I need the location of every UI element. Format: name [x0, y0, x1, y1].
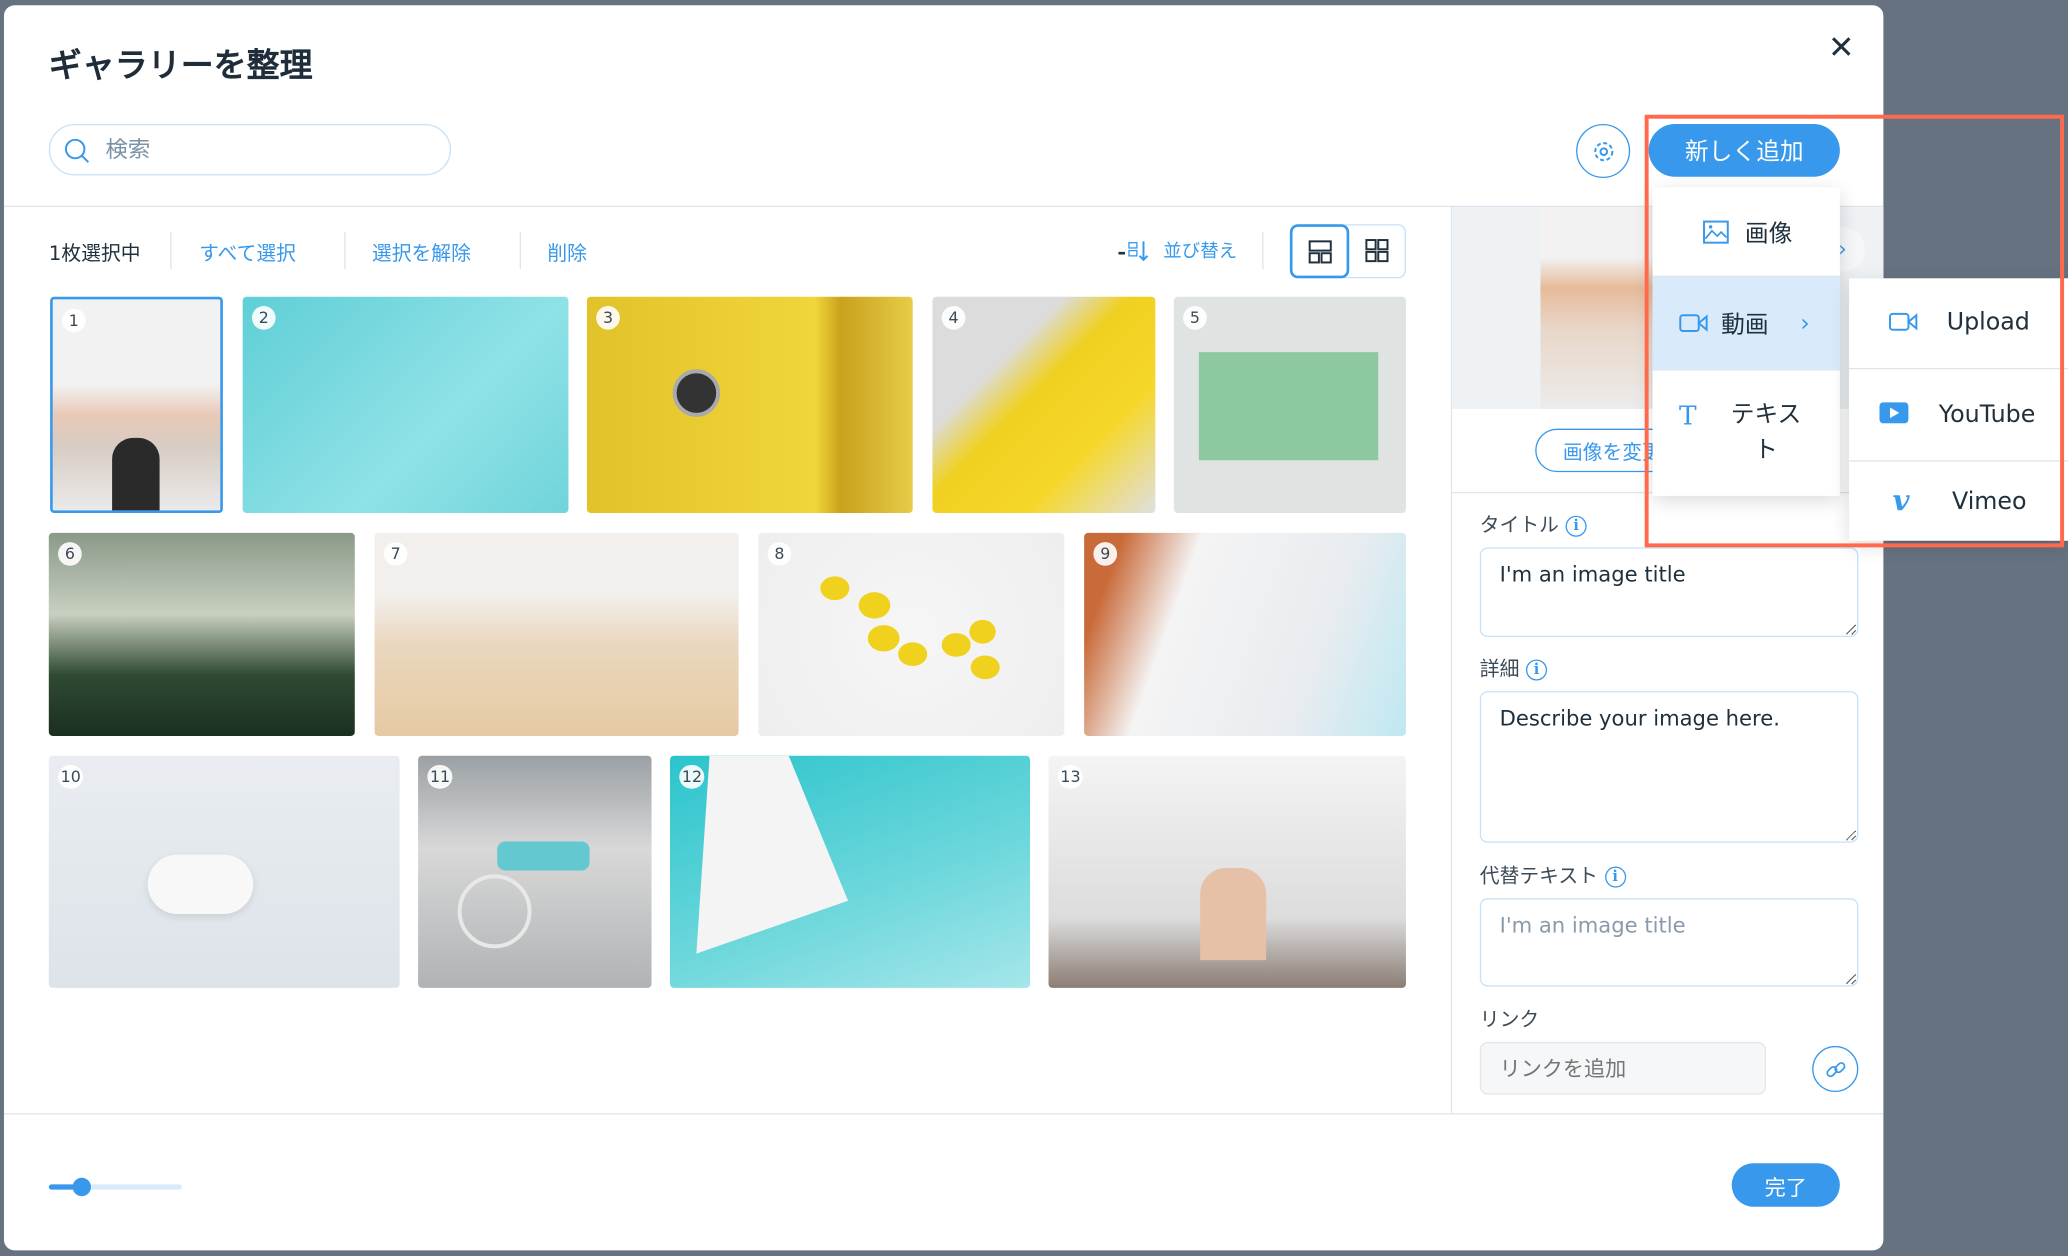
gallery-tile[interactable]: 1: [50, 296, 223, 514]
submenu-item-upload[interactable]: Upload: [1849, 278, 2068, 366]
gallery-tile[interactable]: 9: [1084, 532, 1406, 736]
tile-number: 3: [596, 305, 620, 330]
divider: [170, 232, 172, 270]
select-all-link[interactable]: すべて選択: [199, 239, 296, 267]
selected-count: 1枚選択中: [48, 241, 141, 266]
video-upload-icon: [1888, 312, 1918, 331]
thumbnail-size-slider[interactable]: [48, 1177, 183, 1197]
delete-link[interactable]: 削除: [547, 239, 587, 267]
gallery-tile[interactable]: 8: [758, 532, 1065, 736]
dialog-title: ギャラリーを整理: [48, 46, 313, 85]
gallery-tile[interactable]: 5: [1173, 296, 1406, 514]
submenu-item-youtube[interactable]: YouTube: [1849, 369, 2068, 460]
youtube-icon: [1879, 402, 1909, 424]
sail-shape: [696, 755, 849, 954]
tile-number: 10: [58, 764, 84, 789]
alt-text-label: 代替テキスト i: [1480, 861, 1626, 889]
settings-button[interactable]: [1576, 123, 1631, 179]
gallery-tile[interactable]: 12: [670, 755, 1031, 988]
video-icon: [1679, 314, 1708, 333]
done-button[interactable]: 完了: [1731, 1163, 1840, 1207]
menu-item-label: 動画: [1721, 311, 1769, 339]
gallery-tile[interactable]: 3: [586, 296, 913, 514]
divider: [519, 232, 521, 270]
gallery-tile[interactable]: 7: [374, 532, 739, 736]
alt-text-label-text: 代替テキスト: [1479, 863, 1598, 888]
add-new-menu: 画像 動画 › T テキスト: [1652, 187, 1840, 496]
tile-number: 7: [383, 542, 408, 566]
tile-number: 9: [1093, 542, 1118, 566]
link-icon: [1825, 1061, 1845, 1077]
wheel: [457, 874, 532, 949]
person: [1200, 867, 1267, 961]
menu-item-label: テキスト: [1730, 400, 1802, 465]
tile-number: 11: [427, 764, 453, 789]
gallery-tile[interactable]: 11: [418, 755, 652, 988]
fox: [147, 854, 254, 914]
sort-icon: [1118, 241, 1149, 262]
masonry-layout-icon: [1308, 239, 1332, 263]
submenu-item-label: Vimeo: [1951, 487, 2027, 516]
add-link-button[interactable]: [1812, 1045, 1859, 1093]
gallery-tile[interactable]: 4: [932, 296, 1156, 514]
chevron-right-icon: ›: [1800, 309, 1810, 337]
info-icon[interactable]: i: [1604, 865, 1626, 887]
shoe: [497, 841, 590, 871]
info-icon[interactable]: i: [1565, 515, 1587, 537]
gallery-tile[interactable]: 13: [1048, 755, 1406, 988]
divider: [344, 232, 346, 270]
slider-thumb[interactable]: [72, 1177, 92, 1197]
tile-number: 6: [58, 542, 82, 566]
submenu-item-vimeo[interactable]: v Vimeo: [1849, 462, 2068, 541]
sort-label: 並び替え: [1163, 241, 1238, 263]
title-label: タイトル i: [1480, 510, 1587, 538]
masonry-view-button[interactable]: [1289, 224, 1350, 279]
description-label-text: 詳細: [1479, 656, 1520, 681]
divider: [1262, 232, 1264, 270]
alt-text-textarea[interactable]: [1479, 898, 1859, 987]
court: [1198, 352, 1379, 461]
person-silhouette: [112, 437, 160, 511]
deselect-link[interactable]: 選択を解除: [372, 239, 471, 267]
close-icon[interactable]: ✕: [1828, 29, 1855, 66]
menu-item-text[interactable]: T テキスト: [1653, 371, 1840, 496]
gallery-tile[interactable]: 10: [48, 755, 400, 988]
info-icon[interactable]: i: [1525, 658, 1548, 680]
tile-number: 4: [941, 305, 966, 330]
menu-item-image[interactable]: 画像: [1653, 187, 1840, 275]
grid-view-button[interactable]: [1365, 239, 1389, 268]
menu-item-video[interactable]: 動画 ›: [1652, 276, 1840, 370]
gallery-tile[interactable]: 6: [48, 532, 355, 736]
title-label-text: タイトル: [1479, 513, 1559, 537]
gallery-tile[interactable]: 2: [242, 296, 569, 514]
text-icon: T: [1678, 399, 1697, 432]
title-textarea[interactable]: I'm an image title: [1479, 547, 1859, 638]
submenu-item-label: Upload: [1946, 308, 2030, 337]
add-new-button[interactable]: 新しく追加: [1648, 123, 1840, 177]
submenu-item-label: YouTube: [1938, 400, 2036, 429]
porthole: [672, 369, 721, 417]
video-submenu: Upload YouTube v Vimeo: [1849, 278, 2068, 541]
divider: [3, 1113, 1884, 1115]
search-icon: [64, 138, 90, 163]
tile-number: 5: [1183, 305, 1207, 330]
gear-icon: [1593, 141, 1613, 161]
menu-item-label: 画像: [1744, 219, 1793, 248]
description-textarea[interactable]: Describe your image here.: [1479, 691, 1859, 843]
description-label: 詳細 i: [1479, 654, 1548, 682]
image-icon: [1703, 219, 1729, 244]
tile-number: 13: [1057, 764, 1084, 789]
link-label: リンク: [1479, 1007, 1540, 1032]
grid-layout-icon: [1365, 239, 1389, 263]
sort-button[interactable]: 並び替え: [1118, 237, 1237, 263]
tile-number: 1: [61, 308, 86, 333]
tile-number: 2: [251, 305, 276, 330]
vimeo-icon: v: [1892, 484, 1910, 519]
search-input[interactable]: [102, 135, 425, 165]
search-field[interactable]: [48, 123, 452, 176]
link-input[interactable]: [1479, 1041, 1767, 1095]
lemons-image: [820, 576, 1000, 680]
